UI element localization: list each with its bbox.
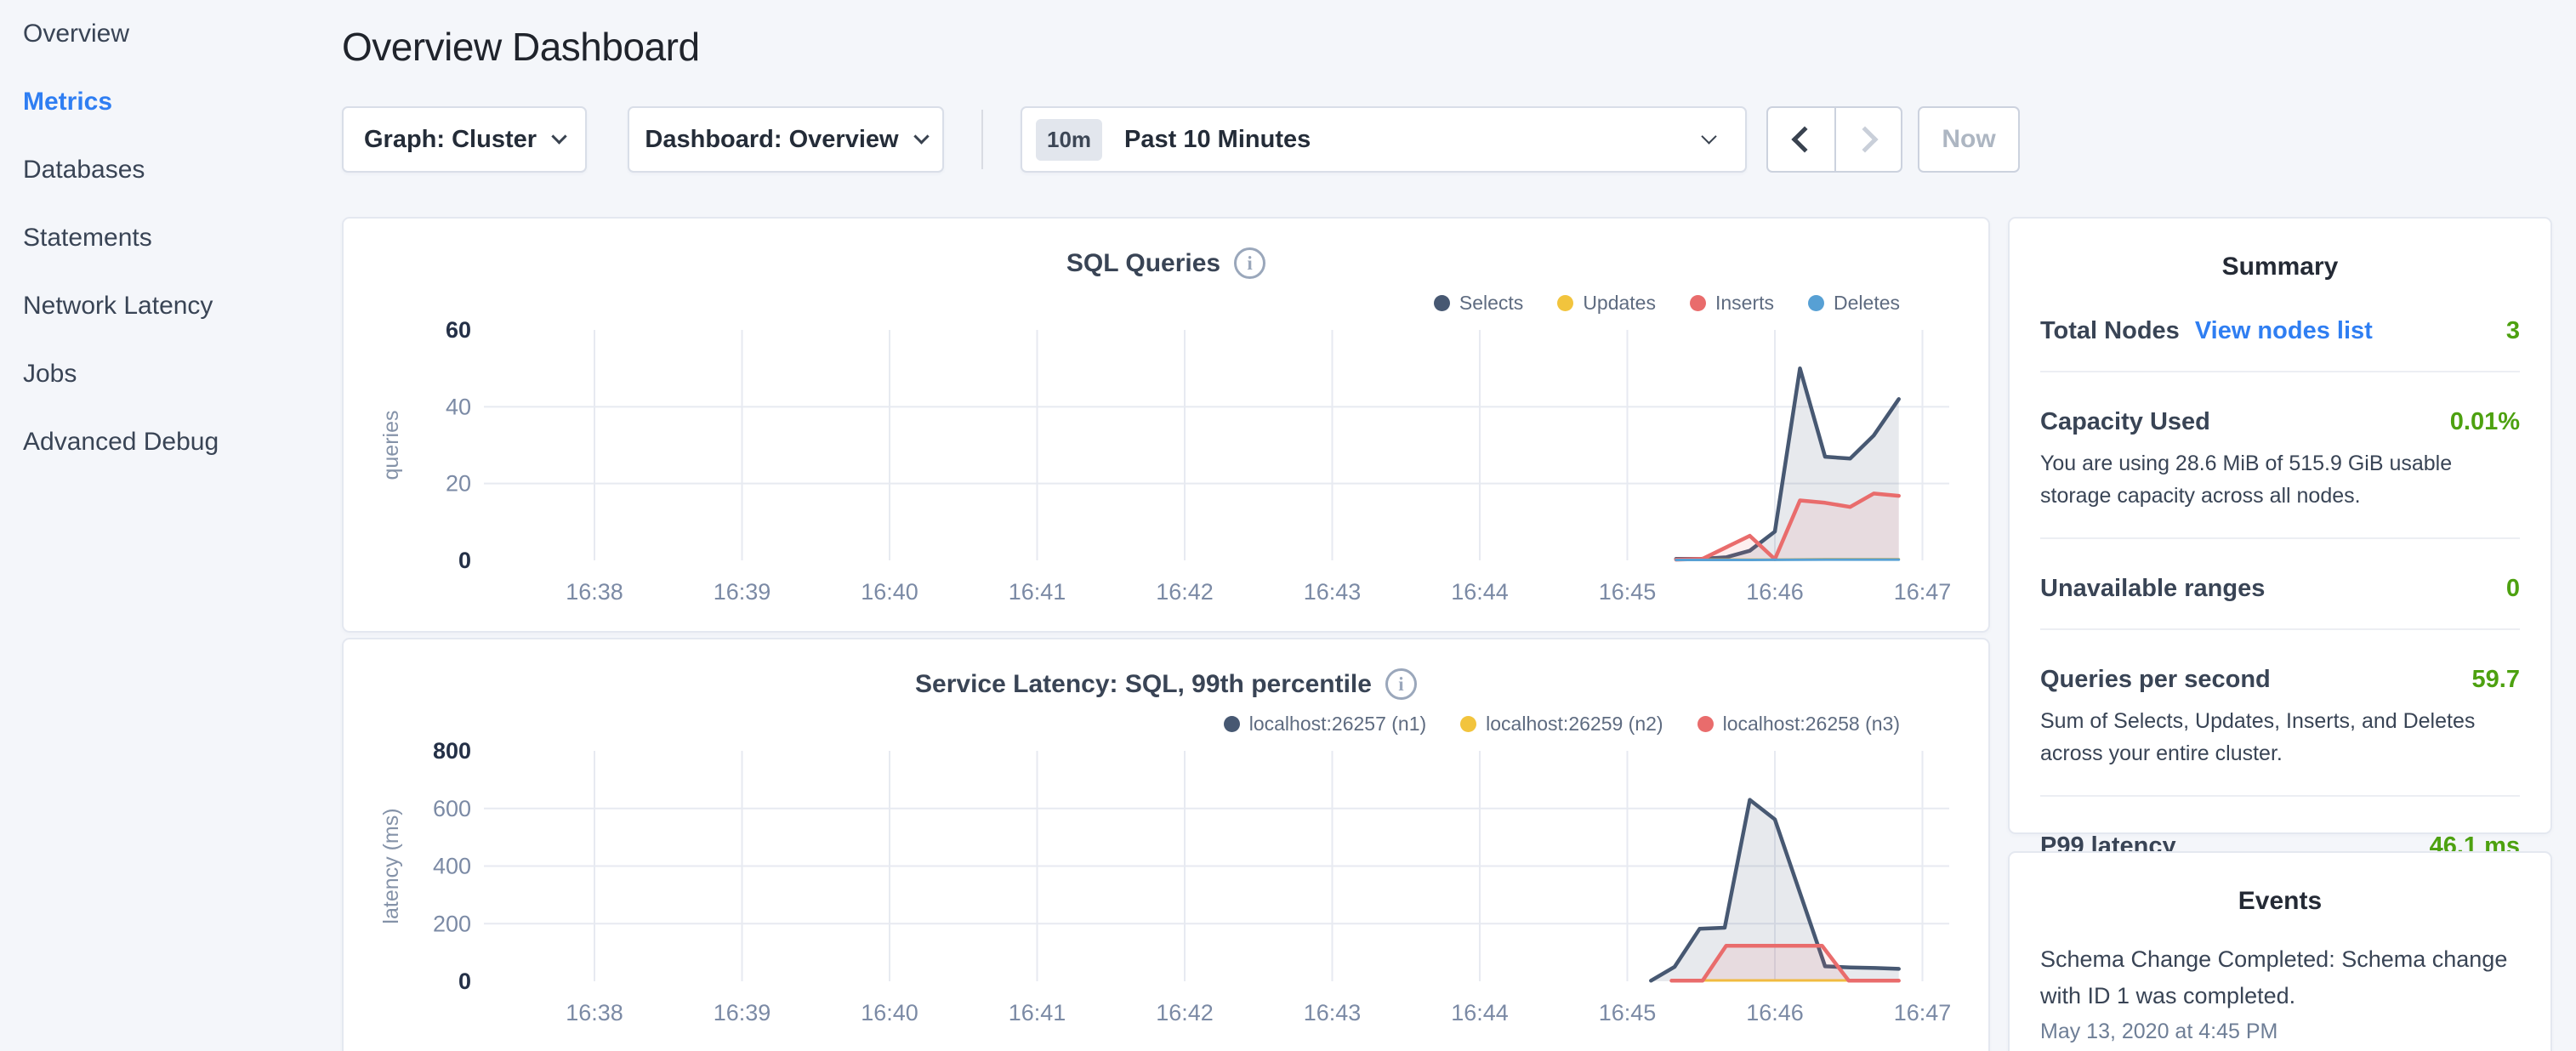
y-axis-title: queries: [379, 411, 403, 480]
y-tick-label: 60: [446, 317, 471, 343]
summary-row-total-nodes: Total Nodes View nodes list 3: [2010, 317, 2550, 345]
summary-divider: [2040, 628, 2520, 630]
next-time-button[interactable]: [1834, 108, 1901, 171]
now-button[interactable]: Now: [1918, 106, 2020, 173]
x-tick-label: 16:38: [566, 579, 623, 605]
summary-row-label: Capacity Used: [2040, 408, 2210, 436]
x-tick-label: 16:46: [1746, 579, 1804, 605]
sidebar-item-databases[interactable]: Databases: [0, 136, 340, 204]
x-tick-label: 16:42: [1156, 579, 1214, 605]
y-tick-label: 600: [433, 796, 471, 821]
summary-row-description: You are using 28.6 MiB of 515.9 GiB usab…: [2040, 448, 2520, 512]
sidebar-item-network-latency[interactable]: Network Latency: [0, 272, 340, 340]
dashboard-dropdown-label: Dashboard: Overview: [645, 126, 898, 154]
x-tick-label: 16:40: [861, 579, 918, 605]
x-tick-label: 16:44: [1451, 1000, 1509, 1025]
summary-row-value: 0: [2506, 575, 2520, 603]
summary-row-value: 0.01%: [2450, 408, 2520, 436]
summary-row-label: Queries per second: [2040, 666, 2271, 694]
sidebar-item-statements[interactable]: Statements: [0, 204, 340, 272]
toolbar: Graph: Cluster Dashboard: Overview 10m P…: [342, 106, 2020, 173]
summary-divider: [2040, 537, 2520, 539]
sidebar-item-overview[interactable]: Overview: [0, 0, 340, 68]
graph-dropdown[interactable]: Graph: Cluster: [342, 106, 587, 173]
x-tick-label: 16:38: [566, 1000, 623, 1025]
summary-row-label: Unavailable ranges: [2040, 575, 2265, 603]
overview-dashboard-page: { "sidebar": { "items": [ {"label": "Ove…: [0, 0, 2576, 1051]
summary-row-description: Sum of Selects, Updates, Inserts, and De…: [2040, 706, 2520, 770]
summary-row-value: 3: [2506, 317, 2520, 345]
time-step-buttons: [1766, 106, 1902, 173]
summary-panel: Summary Total Nodes View nodes list 3 Ca…: [2008, 217, 2552, 834]
x-tick-label: 16:43: [1304, 579, 1362, 605]
y-tick-label: 0: [458, 969, 471, 994]
sidebar-item-jobs[interactable]: Jobs: [0, 340, 340, 408]
chevron-down-icon: [1701, 128, 1716, 144]
chevron-down-icon: [913, 128, 929, 144]
chevron-down-icon: [551, 128, 566, 144]
x-tick-label: 16:47: [1894, 579, 1952, 605]
y-tick-label: 0: [458, 548, 471, 573]
sidebar: Overview Metrics Databases Statements Ne…: [0, 0, 340, 476]
sql-queries-plot[interactable]: 16:38 16:39 16:40 16:41 16:42 16:43 16:44 16:45…: [344, 219, 1988, 631]
dashboard-dropdown[interactable]: Dashboard: Overview: [628, 106, 944, 173]
x-tick-label: 16:44: [1451, 579, 1509, 605]
events-title: Events: [2010, 887, 2550, 916]
sidebar-item-metrics[interactable]: Metrics: [0, 68, 340, 136]
summary-row-value: 59.7: [2472, 666, 2520, 694]
chevron-left-icon: [1791, 126, 1817, 152]
summary-row-unavailable-ranges: Unavailable ranges 0: [2010, 575, 2550, 603]
page-title: Overview Dashboard: [342, 24, 700, 70]
y-tick-label: 20: [446, 471, 471, 497]
summary-row-queries-per-second: Queries per second 59.7 Sum of Selects, …: [2010, 666, 2550, 770]
sql-queries-chart-card: SQL Queries SelectsUpdatesInsertsDeletes…: [342, 217, 1990, 633]
summary-title: Summary: [2010, 253, 2550, 281]
event-item-text[interactable]: Schema Change Completed: Schema change w…: [2040, 941, 2520, 1014]
x-tick-label: 16:43: [1304, 1000, 1362, 1025]
x-tick-label: 16:47: [1894, 1000, 1952, 1025]
x-tick-label: 16:46: [1746, 1000, 1804, 1025]
event-item-timestamp: May 13, 2020 at 4:45 PM: [2040, 1020, 2520, 1044]
x-tick-label: 16:45: [1599, 579, 1657, 605]
y-tick-label: 40: [446, 394, 471, 419]
toolbar-divider: [981, 110, 983, 169]
x-tick-label: 16:39: [714, 1000, 771, 1025]
summary-divider: [2040, 371, 2520, 372]
time-range-badge: 10m: [1036, 119, 1102, 161]
y-tick-label: 400: [433, 854, 471, 879]
view-nodes-list-link[interactable]: View nodes list: [2195, 317, 2373, 345]
x-tick-label: 16:45: [1599, 1000, 1657, 1025]
events-panel: Events Schema Change Completed: Schema c…: [2008, 851, 2552, 1051]
summary-divider: [2040, 795, 2520, 797]
x-tick-label: 16:40: [861, 1000, 918, 1025]
service-latency-chart-card: Service Latency: SQL, 99th percentile lo…: [342, 638, 1990, 1051]
sidebar-item-advanced-debug[interactable]: Advanced Debug: [0, 408, 340, 476]
x-tick-label: 16:41: [1009, 579, 1066, 605]
x-tick-label: 16:41: [1009, 1000, 1066, 1025]
y-axis-title: latency (ms): [379, 808, 403, 923]
time-range-dropdown[interactable]: 10m Past 10 Minutes: [1021, 106, 1747, 173]
x-tick-label: 16:39: [714, 579, 771, 605]
previous-time-button[interactable]: [1768, 108, 1834, 171]
time-range-label: Past 10 Minutes: [1124, 126, 1311, 154]
y-tick-label: 800: [433, 738, 471, 764]
summary-row-label: Total Nodes: [2040, 317, 2180, 345]
chevron-right-icon: [1851, 126, 1878, 152]
summary-row-capacity-used: Capacity Used 0.01% You are using 28.6 M…: [2010, 408, 2550, 512]
service-latency-plot[interactable]: 16:38 16:39 16:40 16:41 16:42 16:43 16:44 16:45…: [344, 639, 1988, 1051]
y-tick-label: 200: [433, 911, 471, 936]
graph-dropdown-label: Graph: Cluster: [364, 126, 537, 154]
x-tick-label: 16:42: [1156, 1000, 1214, 1025]
